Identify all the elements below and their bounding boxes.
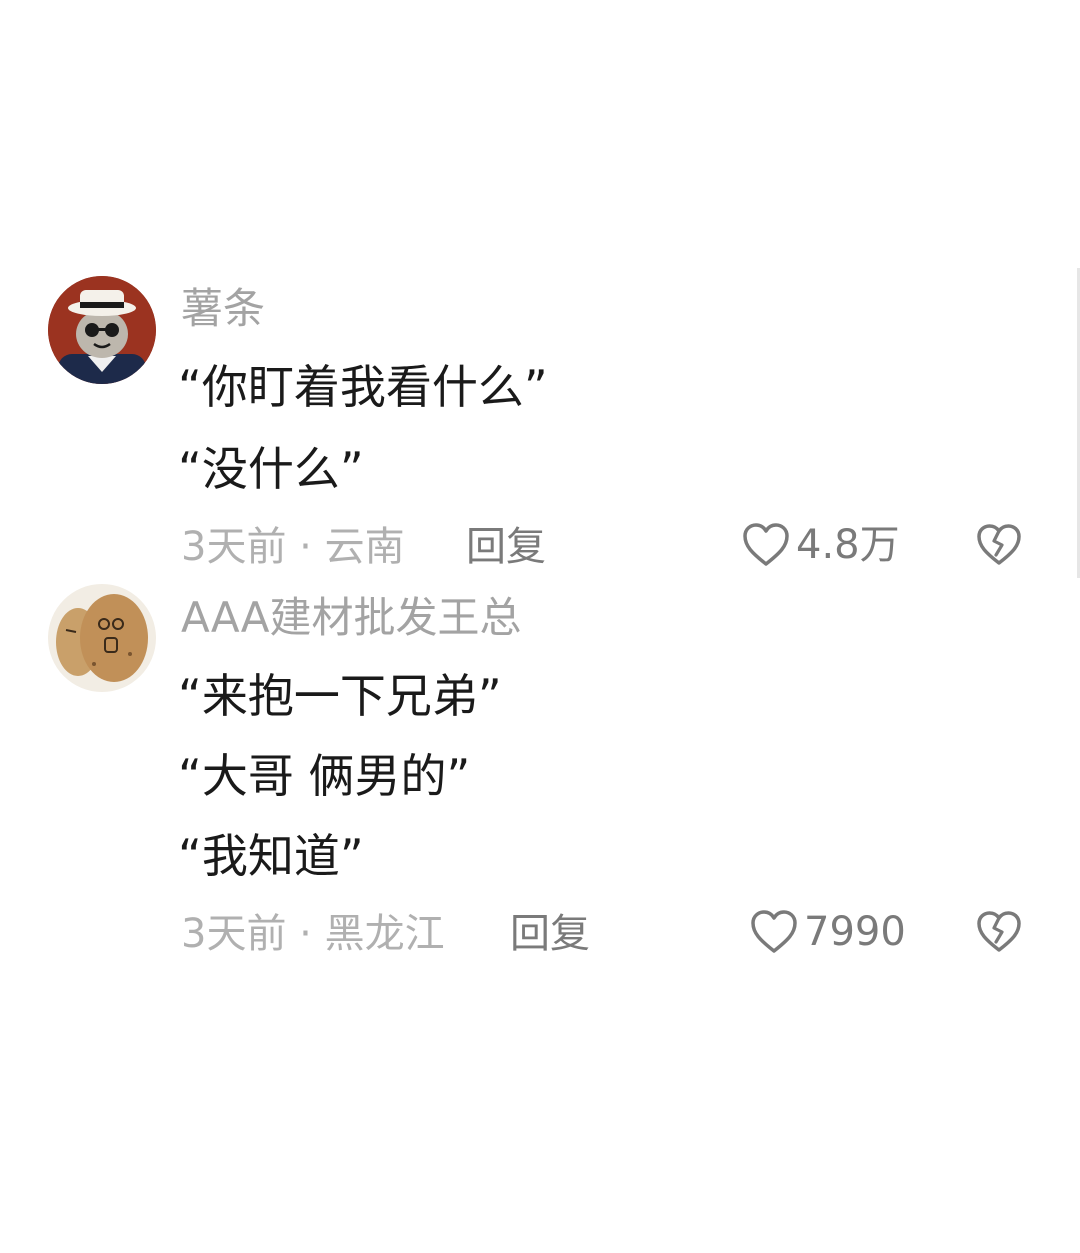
heart-outline-icon (743, 523, 789, 566)
reply-button[interactable]: 回复 (510, 914, 590, 954)
dislike-button[interactable] (976, 910, 1022, 958)
comment-text-line: “你盯着我看什么” (178, 360, 548, 414)
user-avatar[interactable] (48, 584, 156, 692)
like-button[interactable]: 7990 (750, 909, 906, 955)
cartoon-gangster-avatar-icon (48, 276, 156, 384)
potato-meme-avatar-icon (48, 584, 156, 692)
comment-time-location: 3天前 · 黑龙江 (181, 911, 445, 957)
comment-text-line: “大哥 俩男的” (178, 749, 471, 803)
comment-time-location: 3天前 · 云南 (181, 524, 405, 570)
like-count: 4.8万 (796, 522, 900, 568)
like-count: 7990 (804, 909, 906, 955)
heart-outline-icon (751, 910, 797, 953)
like-button[interactable]: 4.8万 (742, 522, 900, 568)
comment-text-line: “没什么” (178, 442, 364, 496)
reply-button[interactable]: 回复 (466, 527, 546, 567)
comment-text-line: “来抱一下兄弟” (178, 669, 502, 723)
broken-heart-icon (977, 911, 1021, 952)
dislike-button[interactable] (976, 523, 1022, 571)
comment-text-line: “我知道” (178, 829, 364, 883)
user-avatar[interactable] (48, 276, 156, 384)
comment-username[interactable]: AAA建材批发王总 (181, 597, 522, 639)
comment-username[interactable]: 薯条 (181, 288, 265, 330)
broken-heart-icon (977, 524, 1021, 565)
